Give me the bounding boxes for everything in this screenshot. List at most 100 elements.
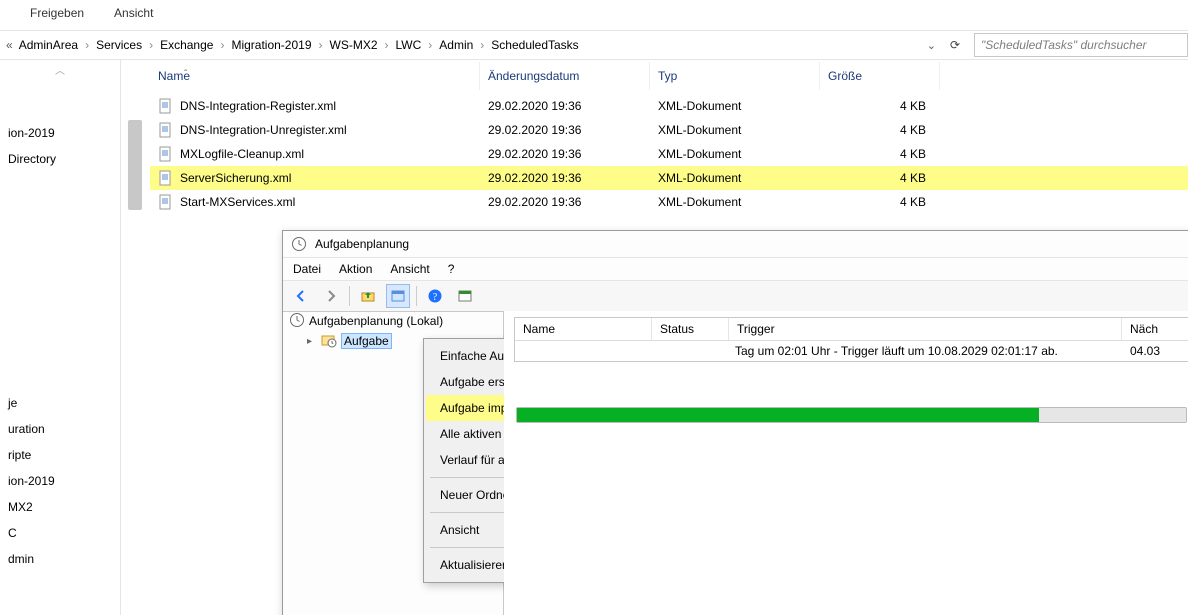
breadcrumb-segment[interactable]: WS-MX2 xyxy=(326,32,382,58)
tcol-name[interactable]: Name xyxy=(515,318,652,340)
file-size: 4 KB xyxy=(820,123,940,137)
file-size: 4 KB xyxy=(820,99,940,113)
file-type: XML-Dokument xyxy=(650,171,820,185)
xml-file-icon xyxy=(158,98,174,114)
nav-forward-icon[interactable] xyxy=(319,284,343,308)
window-menubar[interactable]: Datei Aktion Ansicht ? xyxy=(283,258,1188,280)
nav-item[interactable]: ripte xyxy=(0,442,120,468)
nav-item[interactable]: dmin xyxy=(0,546,120,572)
file-size: 4 KB xyxy=(820,195,940,209)
search-input[interactable]: "ScheduledTasks" durchsucher xyxy=(974,33,1188,57)
col-name[interactable]: Name xyxy=(150,62,480,90)
file-name: ServerSicherung.xml xyxy=(180,171,291,185)
file-row[interactable]: Start-MXServices.xml29.02.2020 19:36XML-… xyxy=(150,190,1188,214)
properties-pane-icon[interactable] xyxy=(386,284,410,308)
chevron-right-icon: › xyxy=(477,38,487,52)
menu-file[interactable]: Datei xyxy=(293,262,321,276)
chevron-right-icon: › xyxy=(146,38,156,52)
column-headers[interactable]: Name Änderungsdatum Typ Größe xyxy=(150,62,1188,90)
file-row[interactable]: DNS-Integration-Unregister.xml 29.02.2020… xyxy=(150,118,1188,142)
history-chevrons-icon[interactable]: « xyxy=(6,38,13,52)
menu-help[interactable]: ? xyxy=(448,262,455,276)
file-name: MXLogfile-Cleanup.xml xyxy=(180,147,304,161)
breadcrumb-segment[interactable]: Services xyxy=(92,32,146,58)
col-size[interactable]: Größe xyxy=(820,62,940,90)
calendar-icon[interactable] xyxy=(453,284,477,308)
task-tree[interactable]: Aufgabenplanung (Lokal) ▸ Aufgabe Einfac… xyxy=(283,311,504,615)
task-list-headers[interactable]: Name Status Trigger Näch xyxy=(515,318,1188,341)
file-row[interactable]: ServerSicherung.xml 29.02.2020 19:36XML-D… xyxy=(150,166,1188,190)
file-date: 29.02.2020 19:36 xyxy=(480,123,650,137)
scrollbar-thumb[interactable] xyxy=(128,120,142,210)
breadcrumb[interactable]: AdminArea›Services›Exchange›Migration-20… xyxy=(15,32,921,58)
col-type[interactable]: Typ xyxy=(650,62,820,90)
task-list: Name Status Trigger Näch Tag um 02:01 Uh… xyxy=(504,311,1188,615)
breadcrumb-segment[interactable]: LWC xyxy=(392,32,426,58)
xml-file-icon xyxy=(158,170,174,186)
tree-root[interactable]: Aufgabenplanung (Lokal) xyxy=(283,311,503,331)
svg-text:?: ? xyxy=(433,292,438,303)
tcol-status[interactable]: Status xyxy=(652,318,729,340)
nav-back-icon[interactable] xyxy=(289,284,313,308)
window-titlebar[interactable]: Aufgabenplanung xyxy=(283,231,1188,258)
tree-library-label: Aufgabe xyxy=(341,333,392,349)
breadcrumb-segment[interactable]: Exchange xyxy=(156,32,217,58)
address-bar: « AdminArea›Services›Exchange›Migration-… xyxy=(0,30,1188,60)
task-row[interactable]: Tag um 02:01 Uhr - Trigger läuft um 10.0… xyxy=(515,341,1188,361)
nav-item[interactable]: C xyxy=(0,520,120,546)
breadcrumb-segment[interactable]: ScheduledTasks xyxy=(487,32,582,58)
xml-file-icon xyxy=(158,122,174,138)
file-date: 29.02.2020 19:36 xyxy=(480,147,650,161)
tree-root-label: Aufgabenplanung (Lokal) xyxy=(309,314,443,328)
file-date: 29.02.2020 19:36 xyxy=(480,99,650,113)
breadcrumb-segment[interactable]: Admin xyxy=(435,32,477,58)
file-name: DNS-Integration-Register.xml xyxy=(180,99,336,113)
clock-icon xyxy=(291,236,307,252)
task-scheduler-window: Aufgabenplanung Datei Aktion Ansicht ? ? xyxy=(282,230,1188,615)
nav-item[interactable]: Directory xyxy=(0,146,120,172)
tcol-trigger[interactable]: Trigger xyxy=(729,318,1122,340)
nav-item[interactable]: MX2 xyxy=(0,494,120,520)
refresh-icon[interactable]: ⟳ xyxy=(942,38,968,52)
up-folder-icon[interactable] xyxy=(356,284,380,308)
chevron-right-icon: › xyxy=(425,38,435,52)
chevron-right-icon: › xyxy=(82,38,92,52)
help-icon[interactable]: ? xyxy=(423,284,447,308)
chevron-right-icon: › xyxy=(217,38,227,52)
col-date[interactable]: Änderungsdatum xyxy=(480,62,650,90)
window-title: Aufgabenplanung xyxy=(315,237,409,251)
file-date: 29.02.2020 19:36 xyxy=(480,195,650,209)
nav-pane: ︿ ion-2019Directory jeurationripteion-20… xyxy=(0,60,121,615)
nav-item[interactable]: uration xyxy=(0,416,120,442)
chevron-right-icon: › xyxy=(316,38,326,52)
file-list: Name Änderungsdatum Typ Größe DNS-Integr… xyxy=(150,62,1188,214)
file-name: DNS-Integration-Unregister.xml xyxy=(180,123,347,137)
file-type: XML-Dokument xyxy=(650,123,820,137)
breadcrumb-segment[interactable]: Migration-2019 xyxy=(227,32,315,58)
clock-icon xyxy=(289,312,305,331)
ribbon-tab-view[interactable]: Ansicht xyxy=(114,6,153,20)
file-row[interactable]: MXLogfile-Cleanup.xml29.02.2020 19:36XML… xyxy=(150,142,1188,166)
menu-action[interactable]: Aktion xyxy=(339,262,372,276)
nav-item[interactable]: je xyxy=(0,390,120,416)
folder-clock-icon xyxy=(321,332,337,351)
tcol-next[interactable]: Näch xyxy=(1122,318,1188,340)
breadcrumb-segment[interactable]: AdminArea xyxy=(15,32,82,58)
window-toolbar: ? xyxy=(283,280,1188,312)
menu-view[interactable]: Ansicht xyxy=(390,262,429,276)
loading-progress xyxy=(516,407,1187,423)
file-date: 29.02.2020 19:36 xyxy=(480,171,650,185)
nav-item[interactable]: ion-2019 xyxy=(0,468,120,494)
expand-icon[interactable]: ▸ xyxy=(307,336,317,347)
dropdown-chevron-icon[interactable]: ⌄ xyxy=(921,39,942,52)
xml-file-icon xyxy=(158,194,174,210)
file-name: Start-MXServices.xml xyxy=(180,195,295,209)
scroll-up-icon[interactable]: ︿ xyxy=(55,62,65,77)
nav-item[interactable]: ion-2019 xyxy=(0,120,120,146)
chevron-right-icon: › xyxy=(382,38,392,52)
search-placeholder: "ScheduledTasks" durchsucher xyxy=(981,38,1147,52)
ribbon-tabs: Freigeben Ansicht xyxy=(0,0,1188,26)
file-row[interactable]: DNS-Integration-Register.xml 29.02.2020 1… xyxy=(150,94,1188,118)
file-type: XML-Dokument xyxy=(650,99,820,113)
ribbon-tab-share[interactable]: Freigeben xyxy=(30,6,84,20)
